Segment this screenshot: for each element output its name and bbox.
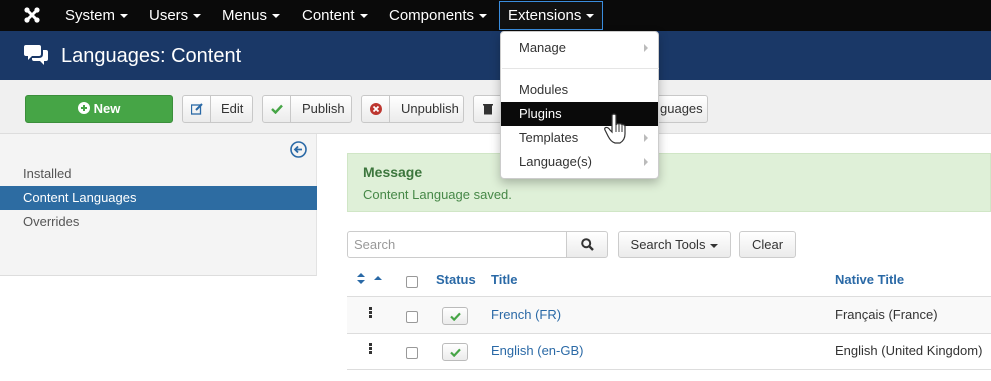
column-header-title[interactable]: Title <box>491 272 518 287</box>
menu-menus-label: Menus <box>222 7 268 24</box>
publish-button[interactable]: Publish <box>262 95 352 123</box>
language-title-link[interactable]: English (en-GB) <box>491 343 583 358</box>
dropdown-item-label: Manage <box>519 40 566 55</box>
language-title-link[interactable]: French (FR) <box>491 307 561 322</box>
message-text: Content Language saved. <box>363 187 512 202</box>
chevron-right-icon <box>644 158 648 166</box>
sidebar-item-label: Overrides <box>23 214 80 229</box>
dropdown-item-manage[interactable]: Manage <box>501 36 658 60</box>
new-button[interactable]: New <box>25 95 173 123</box>
clear-button[interactable]: Clear <box>739 231 796 258</box>
column-header-status[interactable]: Status <box>436 272 476 287</box>
menu-content-label: Content <box>302 7 355 24</box>
native-title-text: Français (France) <box>835 307 938 322</box>
message-title: Message <box>363 164 423 180</box>
menu-components-label: Components <box>389 7 475 24</box>
page-header: Languages: Content <box>0 31 991 80</box>
row-checkbox[interactable] <box>406 311 418 323</box>
hand-pointer-icon <box>604 113 626 144</box>
menu-system[interactable]: System <box>65 0 129 31</box>
menu-components[interactable]: Components <box>389 0 488 31</box>
search-tools-button[interactable]: Search Tools <box>618 231 731 258</box>
edit-icon <box>183 96 211 122</box>
plus-circle-icon <box>77 102 90 114</box>
menu-users-label: Users <box>149 7 189 24</box>
unpublish-button[interactable]: Unpublish <box>361 95 464 123</box>
edit-button-label: Edit <box>221 101 244 116</box>
dropdown-item-plugins[interactable]: Plugins <box>501 102 658 126</box>
table-divider <box>347 333 991 334</box>
sidebar-item-label: Installed <box>23 166 72 181</box>
drag-handle-icon[interactable] <box>369 343 373 355</box>
chevron-down-icon <box>586 14 595 19</box>
sidebar-item-installed[interactable]: Installed <box>0 162 317 186</box>
dropdown-divider <box>502 68 659 69</box>
toolbar: New Edit Publish Unpublish guages <box>0 80 991 134</box>
menu-menus[interactable]: Menus <box>222 0 281 31</box>
search-tools-label: Search Tools <box>630 237 706 252</box>
dropdown-item-languages[interactable]: Language(s) <box>501 150 658 174</box>
unpublish-icon <box>362 96 390 122</box>
menu-extensions[interactable]: Extensions <box>499 1 604 30</box>
check-icon <box>449 348 461 357</box>
chevron-down-icon <box>359 14 368 19</box>
dropdown-item-label: Templates <box>519 130 579 145</box>
menu-users[interactable]: Users <box>149 0 202 31</box>
native-title-text: English (United Kingdom) <box>835 343 983 358</box>
search-button[interactable] <box>566 231 608 258</box>
top-menu-bar: System Users Menus Content Components Ex… <box>0 0 991 31</box>
chevron-right-icon <box>644 134 648 142</box>
joomla-logo-icon[interactable] <box>22 5 42 25</box>
chevron-down-icon <box>193 14 202 19</box>
sort-ordering-icon[interactable] <box>357 273 383 285</box>
sidebar-item-content-languages[interactable]: Content Languages <box>0 186 317 210</box>
status-published-button[interactable] <box>442 307 468 325</box>
menu-system-label: System <box>65 7 116 24</box>
success-message: Message Content Language saved. <box>347 153 991 212</box>
menu-content[interactable]: Content <box>302 0 368 31</box>
search-input[interactable] <box>347 231 567 258</box>
publish-button-label: Publish <box>302 101 345 116</box>
search-icon <box>580 238 594 251</box>
chevron-right-icon <box>644 44 648 52</box>
edit-button[interactable]: Edit <box>182 95 253 123</box>
chevron-down-icon <box>120 14 129 19</box>
comments-icon <box>24 45 48 65</box>
row-checkbox[interactable] <box>406 347 418 359</box>
collapse-sidebar-icon[interactable] <box>290 141 307 158</box>
chevron-down-icon <box>479 14 488 19</box>
trash-icon <box>474 96 502 122</box>
dropdown-item-modules[interactable]: Modules <box>501 78 658 102</box>
chevron-down-icon <box>710 243 719 248</box>
select-all-checkbox[interactable] <box>406 276 418 288</box>
dropdown-item-label: Modules <box>519 82 569 97</box>
new-button-label: New <box>93 101 121 116</box>
content-languages-button-label: guages <box>660 101 703 116</box>
sidebar-item-overrides[interactable]: Overrides <box>0 210 317 234</box>
table-divider <box>347 369 991 370</box>
menu-extensions-label: Extensions <box>508 7 582 24</box>
drag-handle-icon[interactable] <box>369 307 373 319</box>
status-published-button[interactable] <box>442 343 468 361</box>
sidebar: Installed Content Languages Overrides <box>0 134 317 276</box>
extensions-dropdown-menu: Manage Modules Plugins Templates Languag… <box>500 31 659 179</box>
dropdown-item-label: Language(s) <box>519 154 592 169</box>
check-icon <box>449 312 461 321</box>
dropdown-item-label: Plugins <box>519 106 562 121</box>
dropdown-item-templates[interactable]: Templates <box>501 126 658 150</box>
check-icon <box>263 96 291 122</box>
chevron-down-icon <box>272 14 281 19</box>
page-title: Languages: Content <box>61 45 242 67</box>
column-header-native-title[interactable]: Native Title <box>835 272 904 287</box>
unpublish-button-label: Unpublish <box>401 101 459 116</box>
sidebar-item-label: Content Languages <box>23 190 137 205</box>
